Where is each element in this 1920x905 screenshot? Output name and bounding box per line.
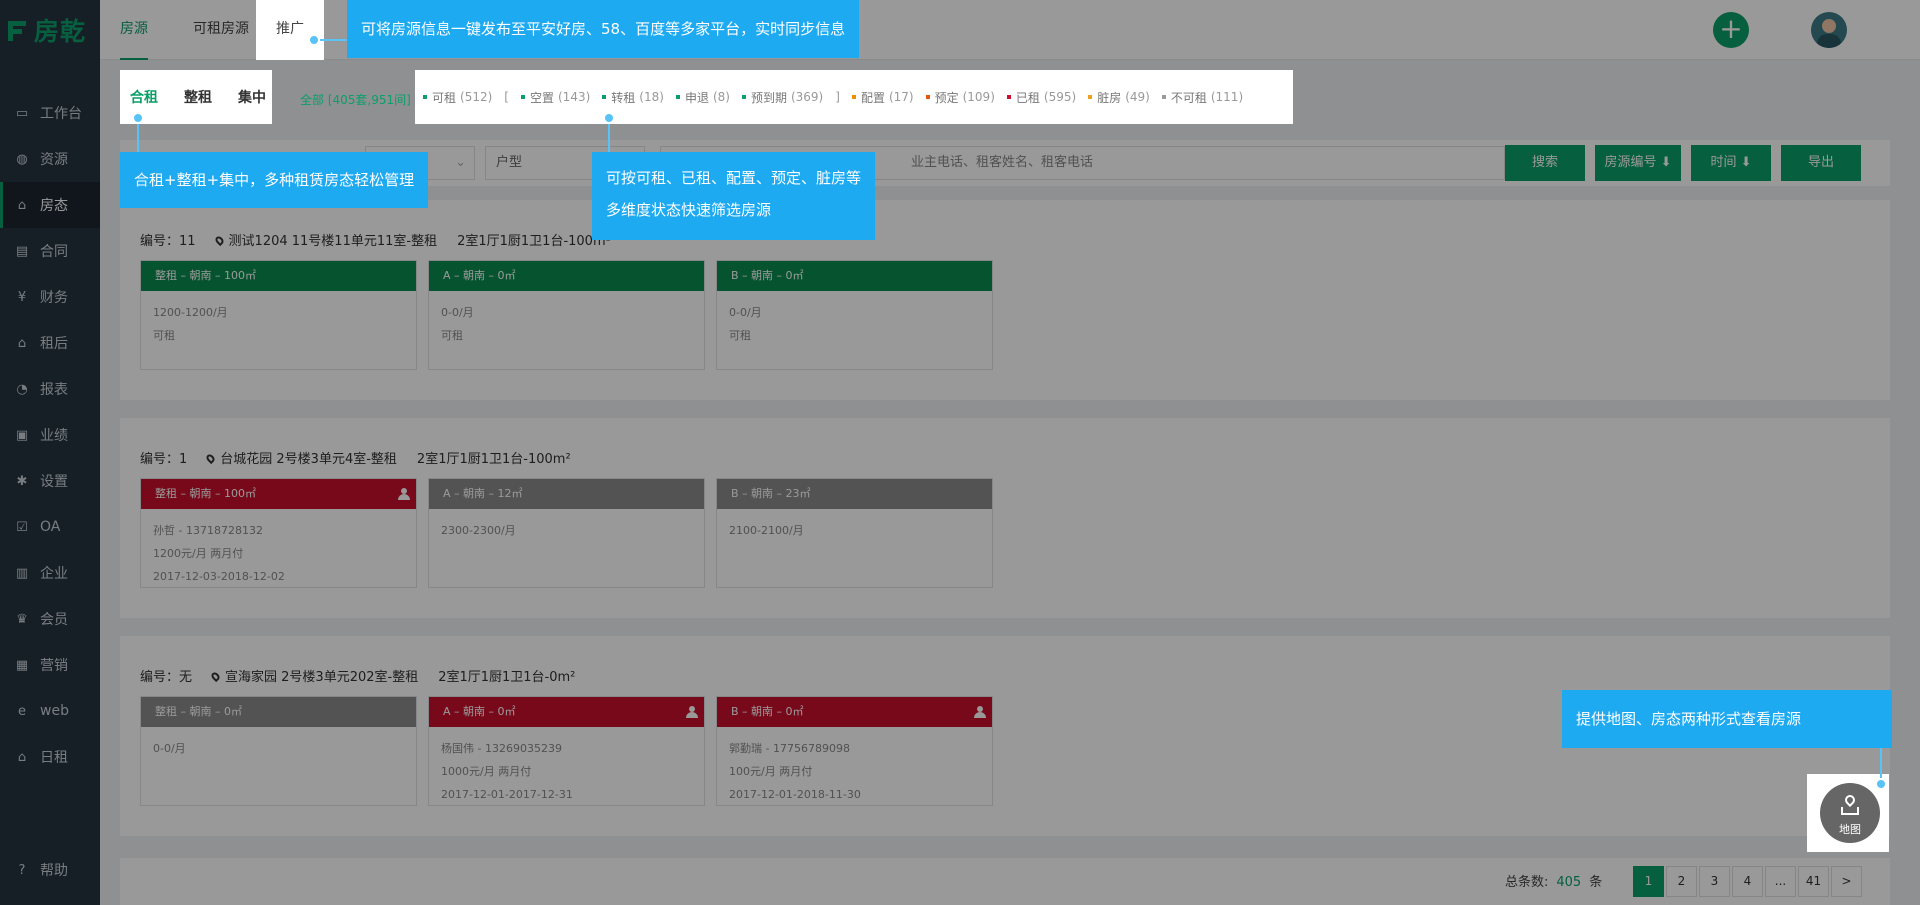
status-count: (109)	[962, 90, 995, 104]
status-count: (143)	[558, 90, 591, 104]
rent-type-shared[interactable]: 合租	[130, 87, 158, 107]
status-filter-3[interactable]: 申退 (8)	[675, 89, 730, 106]
status-filter-5[interactable]: 配置 (17)	[851, 89, 914, 106]
map-pin-icon	[1841, 792, 1859, 815]
status-dot-icon	[1161, 95, 1166, 99]
tab-promote[interactable]: 推广	[256, 0, 324, 58]
status-count: (18)	[639, 90, 664, 104]
tooltip-rent-types: 合租+整租+集中，多种租赁房态轻松管理	[120, 152, 429, 208]
status-count: (8)	[712, 90, 730, 104]
tab-promote-spotlight: 推广	[256, 0, 324, 60]
rent-type-whole[interactable]: 整租	[184, 87, 212, 107]
status-label: 预到期	[750, 90, 787, 105]
status-count: (595)	[1043, 90, 1077, 104]
tooltip-promote: 可将房源信息一键发布至平安好房、58、百度等多家平台，实时同步信息	[347, 0, 860, 58]
status-label: 空置	[529, 90, 554, 105]
status-label: 申退	[684, 90, 709, 105]
status-count: (512)	[460, 90, 493, 104]
tour-overlay	[0, 0, 1920, 905]
status-filter-1[interactable]: 空置 (143)	[520, 89, 591, 106]
status-label: 预定	[934, 90, 959, 105]
tooltip-anchor	[1875, 778, 1887, 790]
status-filter-4[interactable]: 预到期 (369)	[741, 89, 824, 106]
status-count: (369)	[790, 90, 824, 104]
tooltip-map: 提供地图、房态两种形式查看房源	[1562, 690, 1892, 748]
status-filter-2[interactable]: 转租 (18)	[602, 89, 664, 106]
status-dot-icon	[602, 95, 607, 99]
status-count: (17)	[888, 90, 914, 104]
status-filter-8[interactable]: 脏房 (49)	[1088, 89, 1150, 106]
bracket: [	[504, 90, 509, 104]
status-dot-icon	[1088, 95, 1093, 99]
status-dot-icon	[851, 95, 856, 99]
status-count: (49)	[1125, 90, 1150, 104]
status-dot-icon	[925, 95, 930, 99]
status-label: 转租	[611, 90, 636, 105]
status-label: 不可租	[1170, 90, 1207, 105]
status-dot-icon	[520, 95, 525, 99]
status-label: 脏房	[1097, 90, 1122, 105]
status-filter-6[interactable]: 预定 (109)	[925, 89, 995, 106]
status-filter-bar: 可租 (512) [ 空置 (143) 转租 (18) 申退 (8) 预到期 (369)] 配置 (17…	[415, 70, 1293, 124]
status-dot-icon	[423, 95, 427, 99]
status-label: 可租	[432, 90, 457, 105]
status-dot-icon	[741, 95, 746, 99]
status-all[interactable]: 全部 [405套,951间]	[300, 91, 411, 108]
status-count: (111)	[1210, 90, 1244, 104]
status-dot-icon	[675, 95, 680, 99]
tooltip-status: 可按可租、已租、配置、预定、脏房等 多维度状态快速筛选房源	[592, 152, 876, 240]
status-dot-icon	[1006, 95, 1011, 99]
bracket: ]	[835, 90, 840, 104]
status-label: 已租	[1015, 90, 1040, 105]
tooltip-anchor	[603, 112, 615, 124]
status-label: 配置	[860, 90, 885, 105]
status-filter-7[interactable]: 已租 (595)	[1006, 89, 1077, 106]
rent-type-centralized[interactable]: 集中	[238, 87, 266, 107]
status-filter-0[interactable]: 可租 (512)	[423, 89, 492, 106]
tooltip-anchor	[132, 112, 144, 124]
map-view-button[interactable]: 地图	[1820, 783, 1880, 843]
tooltip-anchor	[308, 34, 320, 46]
status-filter-9[interactable]: 不可租 (111)	[1161, 89, 1244, 106]
